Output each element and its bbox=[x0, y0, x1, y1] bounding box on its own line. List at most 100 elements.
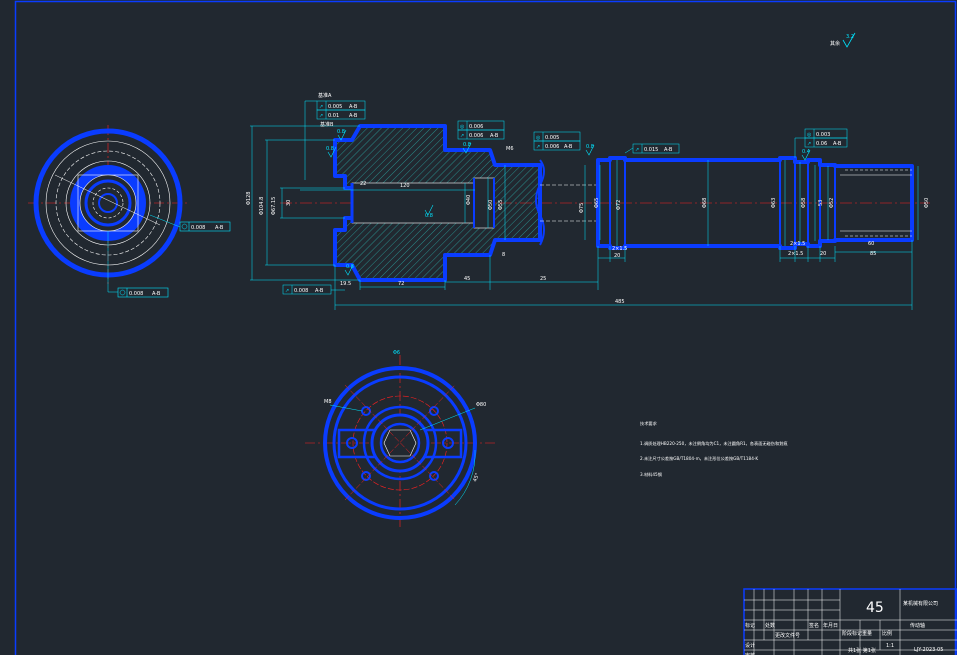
svg-text:处数: 处数 bbox=[765, 622, 775, 629]
svg-text:0.006: 0.006 bbox=[545, 144, 559, 150]
svg-text:年月日: 年月日 bbox=[823, 622, 838, 629]
svg-text:0.006: 0.006 bbox=[469, 124, 483, 130]
gdt-frame-group-2: ◎ 0.006 ↗ 0.006 A-B bbox=[457, 120, 505, 140]
svg-text:22: 22 bbox=[360, 181, 366, 187]
technical-notes: 技术要求 1.调质处理HB220-250，未注倒角均为C1，未注圆角R1，各表面… bbox=[640, 420, 788, 478]
svg-text:↗: ↗ bbox=[285, 288, 289, 294]
svg-text:A-B: A-B bbox=[349, 113, 358, 119]
svg-text:Φ50: Φ50 bbox=[488, 200, 494, 210]
svg-text:2.未注尺寸公差按GB/T1804-m，未注形位公差按GB/: 2.未注尺寸公差按GB/T1804-m，未注形位公差按GB/T1184-K bbox=[640, 455, 758, 462]
svg-text:25: 25 bbox=[540, 276, 546, 282]
svg-text:45: 45 bbox=[464, 276, 470, 282]
svg-text:Φ104.8: Φ104.8 bbox=[259, 197, 265, 215]
svg-text:Φ6: Φ6 bbox=[393, 350, 400, 356]
svg-text:↗: ↗ bbox=[536, 144, 540, 150]
svg-text:传动轴: 传动轴 bbox=[910, 622, 925, 629]
svg-text:2×1.5: 2×1.5 bbox=[612, 246, 627, 252]
svg-text:A-B: A-B bbox=[664, 147, 673, 153]
svg-text:↗: ↗ bbox=[807, 141, 811, 147]
svg-text:基准A: 基准A bbox=[318, 92, 332, 99]
svg-text:2×1.5: 2×1.5 bbox=[788, 251, 803, 257]
svg-text:0.8: 0.8 bbox=[586, 144, 594, 150]
svg-text:20: 20 bbox=[820, 251, 826, 257]
svg-text:M8: M8 bbox=[324, 399, 332, 405]
svg-text:3.2: 3.2 bbox=[846, 34, 854, 40]
svg-text:72: 72 bbox=[398, 281, 404, 287]
svg-text:19.5: 19.5 bbox=[340, 281, 351, 287]
svg-text:2×1.5: 2×1.5 bbox=[790, 241, 805, 247]
svg-text:485: 485 bbox=[615, 299, 625, 305]
svg-text:其余: 其余 bbox=[830, 40, 840, 47]
cad-drawing-canvas: 其余 3.2 0.008 A-B 0.008 A-B Φ128 Φ104.8 Φ… bbox=[14, 0, 957, 655]
svg-text:A-B: A-B bbox=[215, 225, 224, 231]
svg-text:↗: ↗ bbox=[635, 147, 639, 153]
roughness-symbol: 其余 3.2 bbox=[830, 32, 856, 48]
svg-text:1:1: 1:1 bbox=[886, 643, 894, 649]
svg-text:A-B: A-B bbox=[349, 104, 358, 110]
svg-text:8: 8 bbox=[502, 252, 505, 258]
svg-text:Φ50: Φ50 bbox=[924, 198, 930, 208]
svg-text:共1张 第1张: 共1张 第1张 bbox=[848, 647, 876, 654]
svg-text:Φ40: Φ40 bbox=[466, 195, 472, 205]
svg-text:1.调质处理HB220-250，未注倒角均为C1，未注圆角R: 1.调质处理HB220-250，未注倒角均为C1，未注圆角R1，各表面无碰伤和划… bbox=[640, 440, 788, 447]
main-shaft-view: Φ128 Φ104.8 Φ67.15 30 120 Φ40 Φ50 Φ55 Φ7… bbox=[246, 92, 930, 310]
svg-text:签名: 签名 bbox=[809, 622, 819, 629]
svg-text:30: 30 bbox=[286, 200, 292, 206]
svg-text:标记: 标记 bbox=[745, 622, 755, 629]
svg-text:Φ55: Φ55 bbox=[498, 200, 504, 210]
left-view-bottom-tolerance: 0.008 A-B bbox=[108, 287, 169, 298]
svg-text:Φ52: Φ52 bbox=[829, 198, 835, 208]
gdt-frame-group-3: ◎ 0.005 ↗ 0.006 A-B bbox=[533, 131, 581, 151]
svg-text:0.005: 0.005 bbox=[545, 135, 559, 141]
svg-text:A-B: A-B bbox=[490, 133, 499, 139]
svg-text:53: 53 bbox=[818, 200, 824, 206]
svg-text:0.4: 0.4 bbox=[802, 149, 810, 155]
svg-text:Φ80: Φ80 bbox=[476, 402, 486, 408]
svg-text:0.008: 0.008 bbox=[191, 225, 205, 231]
svg-text:Φ65: Φ65 bbox=[594, 198, 600, 208]
svg-text:↗: ↗ bbox=[319, 104, 323, 110]
gdt-frame-group-6: ↗ 0.008 A-B bbox=[282, 284, 345, 295]
svg-text:Φ67.15: Φ67.15 bbox=[271, 197, 277, 215]
svg-text:45: 45 bbox=[866, 600, 884, 616]
svg-text:A-B: A-B bbox=[152, 291, 161, 297]
svg-text:0.015: 0.015 bbox=[644, 147, 658, 153]
svg-text:0.008: 0.008 bbox=[294, 288, 308, 294]
svg-text:Φ68: Φ68 bbox=[702, 198, 708, 208]
svg-text:更改文件号: 更改文件号 bbox=[775, 632, 800, 639]
svg-text:120: 120 bbox=[400, 183, 410, 189]
svg-text:0.01: 0.01 bbox=[328, 113, 339, 119]
svg-text:0.006: 0.006 bbox=[469, 133, 483, 139]
svg-text:A-B: A-B bbox=[315, 288, 324, 294]
drawing-frame bbox=[14, 0, 957, 655]
svg-text:0.8: 0.8 bbox=[425, 213, 433, 219]
left-end-view bbox=[28, 125, 190, 292]
svg-text:◎: ◎ bbox=[536, 135, 541, 141]
svg-text:0.8: 0.8 bbox=[463, 142, 471, 148]
flange-end-view: M8 Φ80 45° Φ6 bbox=[305, 350, 495, 528]
svg-text:A-B: A-B bbox=[833, 141, 842, 147]
svg-text:◎: ◎ bbox=[807, 132, 812, 138]
svg-text:0.8: 0.8 bbox=[346, 264, 354, 270]
svg-text:0.8: 0.8 bbox=[326, 146, 334, 152]
svg-text:Φ58: Φ58 bbox=[801, 198, 807, 208]
svg-text:3.材料45钢: 3.材料45钢 bbox=[640, 471, 662, 478]
svg-text:某机械有限公司: 某机械有限公司 bbox=[903, 600, 938, 607]
svg-text:Φ75: Φ75 bbox=[579, 203, 585, 213]
svg-text:45°: 45° bbox=[472, 472, 481, 483]
svg-text:Φ63: Φ63 bbox=[771, 198, 777, 208]
svg-text:0.06: 0.06 bbox=[816, 141, 827, 147]
svg-text:设计: 设计 bbox=[745, 642, 755, 649]
svg-text:60: 60 bbox=[868, 241, 874, 247]
title-block: 45 某机械有限公司 传动轴 LJY-2023-05 1:1 共1张 第1张 标… bbox=[743, 588, 957, 655]
svg-text:↗: ↗ bbox=[460, 133, 464, 139]
svg-text:20: 20 bbox=[614, 253, 620, 259]
svg-text:比例: 比例 bbox=[882, 630, 892, 637]
svg-text:重量: 重量 bbox=[862, 630, 872, 637]
gdt-frame-group-4: ↗ 0.015 A-B bbox=[624, 143, 680, 154]
svg-text:Φ72: Φ72 bbox=[616, 200, 622, 210]
svg-text:0.8: 0.8 bbox=[337, 129, 345, 135]
svg-text:0.003: 0.003 bbox=[816, 132, 830, 138]
svg-text:基准B: 基准B bbox=[320, 121, 334, 128]
svg-text:Φ128: Φ128 bbox=[246, 192, 252, 205]
